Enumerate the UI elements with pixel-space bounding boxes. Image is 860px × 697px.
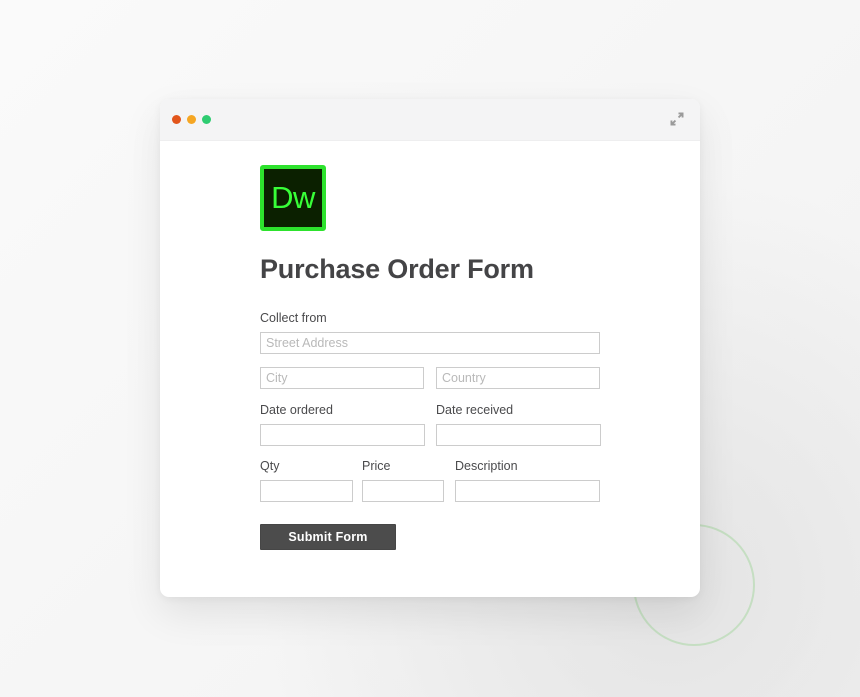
price-label: Price (362, 458, 391, 473)
city-country-row (260, 366, 700, 389)
description-group: Description (455, 459, 600, 502)
date-ordered-label: Date ordered (260, 402, 333, 417)
window-titlebar (160, 99, 700, 141)
expand-diagonal-icon[interactable] (666, 108, 688, 130)
date-ordered-input[interactable] (260, 423, 425, 446)
page-title: Purchase Order Form (260, 254, 534, 284)
qty-label: Qty (260, 458, 280, 473)
line-item-row: Qty Price Description (260, 459, 700, 502)
submit-form-button[interactable]: Submit Form (260, 523, 396, 550)
form-content: Dw Purchase Order Form Collect from Date… (160, 141, 700, 550)
maximize-button-dot[interactable] (202, 115, 211, 124)
qty-input[interactable] (260, 479, 353, 502)
dates-row: Date ordered Date received (260, 403, 700, 446)
country-input[interactable] (436, 366, 600, 389)
browser-window: Dw Purchase Order Form Collect from Date… (160, 99, 700, 597)
description-input[interactable] (455, 479, 600, 502)
description-label: Description (455, 458, 518, 473)
minimize-button-dot[interactable] (187, 115, 196, 124)
window-controls (172, 99, 211, 140)
date-received-group: Date received (436, 403, 601, 446)
dreamweaver-logo: Dw (260, 165, 326, 231)
date-received-input[interactable] (436, 423, 601, 446)
dreamweaver-logo-text: Dw (271, 179, 315, 215)
price-group: Price (362, 459, 444, 502)
city-input[interactable] (260, 366, 424, 389)
price-input[interactable] (362, 479, 444, 502)
date-ordered-group: Date ordered (260, 403, 425, 446)
qty-group: Qty (260, 459, 353, 502)
close-button-dot[interactable] (172, 115, 181, 124)
date-received-label: Date received (436, 402, 514, 417)
street-address-input[interactable] (260, 331, 600, 354)
collect-from-label: Collect from (260, 310, 327, 325)
